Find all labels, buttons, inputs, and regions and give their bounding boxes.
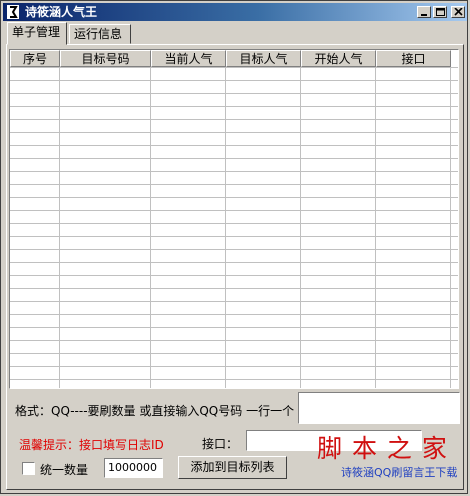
column-divider (150, 67, 151, 388)
column-header-index[interactable]: 序号 (10, 50, 60, 67)
warm-tip: 温馨提示：接口填写日志ID (19, 438, 164, 452)
column-header-interface[interactable]: 接口 (376, 50, 451, 67)
add-to-target-list-button[interactable]: 添加到目标列表 (178, 456, 287, 479)
column-header-target-popularity[interactable]: 目标人气 (226, 50, 301, 67)
watermark-subtext: 诗筱涵QQ刷留言王下载 (341, 466, 458, 479)
column-header-start-popularity[interactable]: 开始人气 (301, 50, 376, 67)
unify-quantity-label[interactable]: 统一数量 (40, 461, 88, 478)
close-button[interactable] (451, 6, 465, 18)
unify-quantity-checkbox[interactable] (22, 462, 35, 475)
minimize-icon (421, 14, 427, 16)
tab-order-management[interactable]: 单子管理 (7, 22, 67, 45)
close-icon (454, 8, 463, 16)
target-list[interactable]: 序号 目标号码 当前人气 目标人气 开始人气 接口 (9, 49, 459, 389)
tab-run-info[interactable]: 运行信息 (69, 24, 131, 44)
column-header-current-popularity[interactable]: 当前人气 (151, 50, 226, 67)
title-bar[interactable]: 诗筱涵人气王 (3, 3, 467, 21)
column-divider (59, 67, 60, 388)
column-divider (300, 67, 301, 388)
column-divider (375, 67, 376, 388)
maximize-button[interactable] (433, 6, 447, 18)
interface-label: 接口： (202, 437, 239, 451)
qq-list-input[interactable] (298, 392, 460, 424)
minimize-button[interactable] (417, 6, 431, 18)
list-body (10, 67, 458, 388)
maximize-icon (436, 8, 445, 16)
watermark-logo: 脚 本 之 家 (317, 434, 448, 463)
app-icon (6, 4, 20, 20)
list-header: 序号 目标号码 当前人气 目标人气 开始人气 接口 (10, 50, 458, 67)
column-header-target-number[interactable]: 目标号码 (60, 50, 151, 67)
format-hint: 格式：QQ----要刷数量 或直接输入QQ号码 一行一个 (15, 404, 295, 418)
column-divider (450, 67, 451, 388)
quantity-input[interactable]: 1000000 (104, 458, 163, 478)
column-divider (225, 67, 226, 388)
app-window: 诗筱涵人气王 单子管理 运行信息 序号 目标号码 当前人气 目标人气 开始人气 … (0, 0, 468, 494)
window-title: 诗筱涵人气王 (25, 5, 98, 19)
